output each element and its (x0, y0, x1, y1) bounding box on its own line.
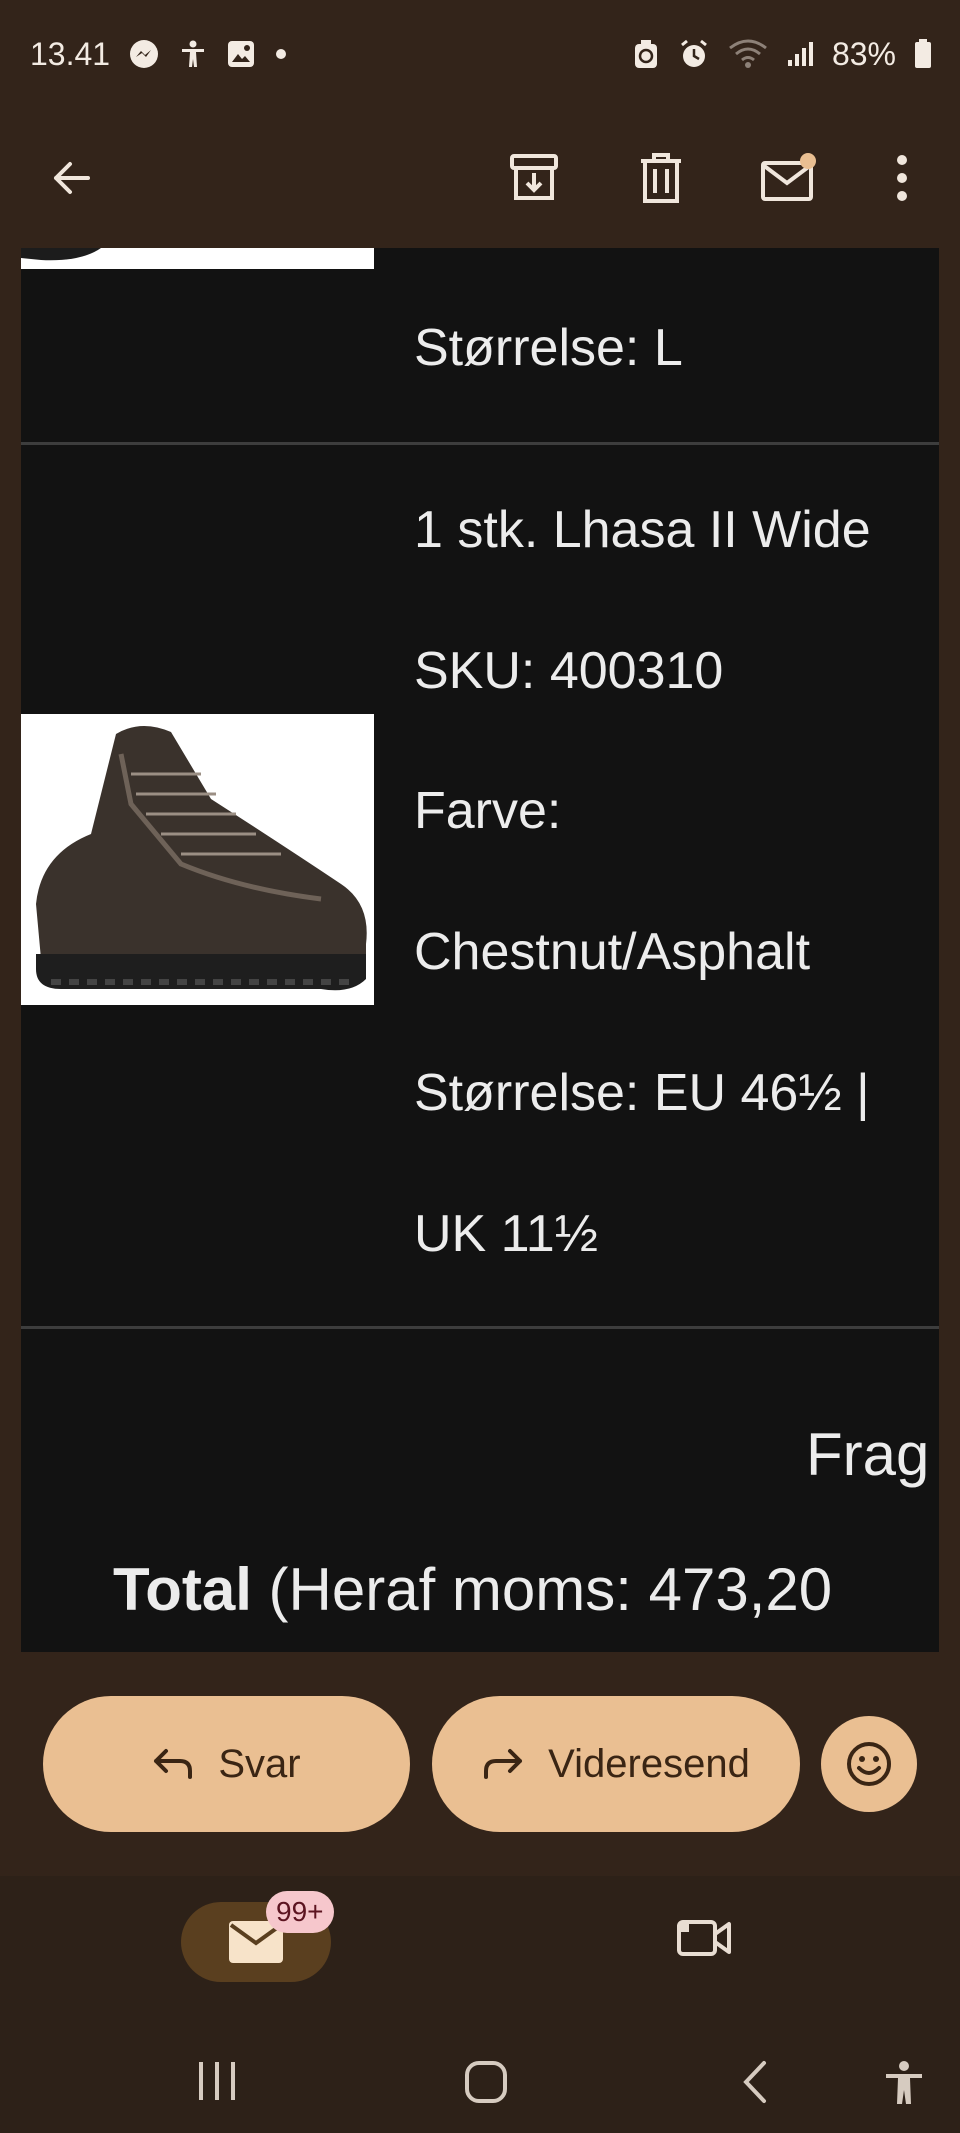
alarm-icon (678, 38, 710, 70)
sync-icon (632, 38, 660, 70)
accessibility-button[interactable] (884, 2060, 924, 2106)
forward-icon (484, 1749, 523, 1779)
nav-meet-tab[interactable] (676, 1916, 732, 1965)
product-image-boot (21, 714, 374, 1005)
item2-color-value: Chestnut/Asphalt (414, 923, 811, 981)
wifi-icon (728, 38, 768, 70)
battery-percent: 83% (831, 35, 896, 72)
accessibility-icon (886, 2061, 922, 2104)
item2-sku: SKU: 400310 (414, 642, 724, 700)
home-button[interactable] (464, 2060, 508, 2104)
mark-unread-icon (761, 153, 816, 201)
reply-actions: Svar Videresend (0, 1652, 960, 1876)
status-left: 13.41 (30, 36, 288, 73)
item2-size-line2: UK 11½ (414, 1205, 599, 1263)
smiley-icon (847, 1742, 891, 1786)
unread-badge: 99+ (266, 1891, 334, 1933)
delete-icon (641, 153, 681, 203)
total-vat: (Heraf moms: 473,20 (251, 1556, 833, 1623)
status-right: 83% (632, 36, 932, 73)
item2-name: 1 stk. Lhasa II Wide (414, 501, 871, 559)
item2-size-line1: Størrelse: EU 46½ | (414, 1064, 870, 1122)
back-arrow-icon (54, 162, 90, 194)
archive-button[interactable] (494, 138, 574, 218)
home-icon (465, 2061, 507, 2103)
email-toolbar (0, 108, 960, 248)
more-options-icon (897, 155, 907, 201)
divider (21, 1326, 939, 1329)
email-body: Størrelse: L 1 stk. Lhasa II Wide SKU: 4… (21, 248, 939, 1652)
messenger-icon (128, 38, 160, 70)
bottom-navigation: 99+ (0, 1876, 960, 2133)
forward-button[interactable]: Videresend (432, 1696, 800, 1832)
forward-label: Videresend (548, 1741, 750, 1786)
battery-icon (914, 39, 932, 69)
item1-size: Størrelse: L (414, 319, 683, 377)
signal-icon (786, 40, 814, 68)
reply-icon (154, 1749, 193, 1779)
status-time: 13.41 (30, 35, 111, 72)
total-label: Total (113, 1556, 252, 1623)
recent-apps-button[interactable] (196, 2060, 238, 2102)
dot-icon (274, 47, 288, 61)
system-back-icon (743, 2061, 766, 2103)
shipping-label: Frag (806, 1421, 930, 1488)
product-image-1 (21, 248, 374, 269)
total-line: Total (Heraf moms: 473,20 (113, 1555, 832, 1624)
system-back-button[interactable] (740, 2060, 770, 2104)
item2-color-label: Farve: (414, 782, 562, 840)
gallery-icon (226, 39, 256, 69)
status-bar: 13.41 83% (0, 0, 960, 108)
mark-unread-button[interactable] (749, 138, 829, 218)
emoji-reaction-button[interactable] (821, 1716, 917, 1812)
reply-label: Svar (218, 1741, 301, 1786)
delete-button[interactable] (621, 138, 701, 218)
archive-icon (510, 154, 558, 200)
more-options-button[interactable] (862, 138, 942, 218)
divider (21, 442, 939, 445)
accessibility-icon (178, 39, 208, 69)
video-camera-icon (677, 1920, 731, 1956)
back-button[interactable] (32, 138, 112, 218)
reply-button[interactable]: Svar (43, 1696, 410, 1832)
recent-apps-icon (199, 2062, 235, 2100)
